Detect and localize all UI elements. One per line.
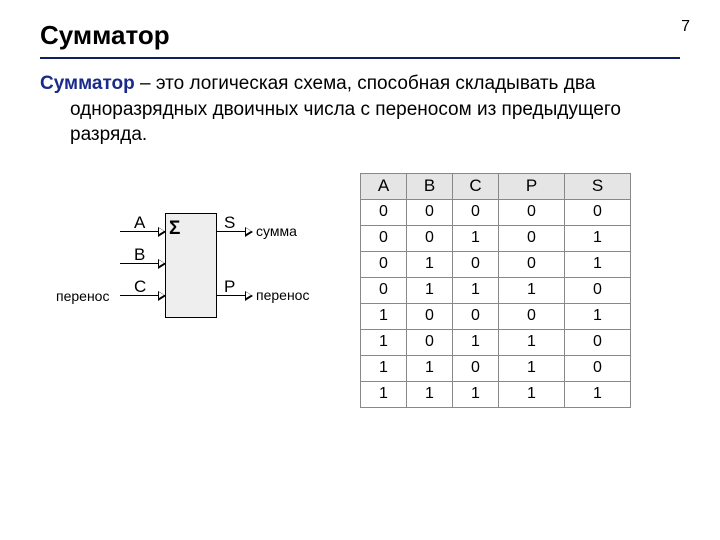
th-s: S — [565, 173, 631, 199]
table-cell: 1 — [407, 381, 453, 407]
table-row: 10001 — [361, 303, 631, 329]
table-cell: 0 — [453, 251, 499, 277]
table-cell: 1 — [565, 251, 631, 277]
table-cell: 0 — [453, 199, 499, 225]
table-cell: 1 — [453, 225, 499, 251]
table-cell: 0 — [407, 329, 453, 355]
table-cell: 0 — [407, 303, 453, 329]
table-cell: 1 — [407, 355, 453, 381]
table-cell: 1 — [361, 329, 407, 355]
content-row: Σ A B C перенос S сумма P перенос — [40, 173, 680, 408]
page-number: 7 — [681, 18, 690, 36]
label-s: S — [224, 213, 235, 233]
table-cell: 0 — [407, 225, 453, 251]
arrow-b-icon — [158, 259, 166, 269]
label-c: C — [134, 277, 146, 297]
title-underline — [40, 57, 680, 59]
table-row: 01001 — [361, 251, 631, 277]
table-cell: 1 — [499, 329, 565, 355]
arrow-a-icon — [158, 227, 166, 237]
table-cell: 1 — [361, 303, 407, 329]
definition-text: Сумматор – это логическая схема, способн… — [40, 71, 680, 148]
adder-diagram: Σ A B C перенос S сумма P перенос — [50, 203, 310, 363]
table-cell: 1 — [407, 251, 453, 277]
annot-input-carry: перенос — [56, 288, 109, 304]
slide: 7 Сумматор Сумматор – это логическая схе… — [0, 0, 720, 540]
table-cell: 1 — [565, 381, 631, 407]
table-cell: 1 — [565, 225, 631, 251]
th-a: A — [361, 173, 407, 199]
table-cell: 1 — [565, 303, 631, 329]
arrow-p-icon — [245, 291, 253, 301]
table-cell: 0 — [499, 303, 565, 329]
table-cell: 0 — [361, 277, 407, 303]
th-b: B — [407, 173, 453, 199]
table-cell: 0 — [361, 225, 407, 251]
table-cell: 0 — [565, 199, 631, 225]
table-cell: 0 — [565, 355, 631, 381]
table-cell: 0 — [361, 251, 407, 277]
table-cell: 0 — [565, 277, 631, 303]
table-cell: 1 — [499, 355, 565, 381]
table-row: 00101 — [361, 225, 631, 251]
table-cell: 0 — [499, 251, 565, 277]
arrow-s-icon — [245, 227, 253, 237]
th-c: C — [453, 173, 499, 199]
definition-rest: – это логическая схема, способная склады… — [70, 73, 621, 145]
table-header-row: A B C P S — [361, 173, 631, 199]
table-cell: 1 — [407, 277, 453, 303]
table-cell: 1 — [499, 277, 565, 303]
table-cell: 0 — [499, 199, 565, 225]
sigma-icon: Σ — [169, 218, 180, 240]
table-cell: 1 — [453, 381, 499, 407]
table-row: 10110 — [361, 329, 631, 355]
table-cell: 0 — [453, 355, 499, 381]
table-cell: 0 — [499, 225, 565, 251]
table-row: 01110 — [361, 277, 631, 303]
annot-output-sum: сумма — [256, 223, 297, 239]
table-row: 11111 — [361, 381, 631, 407]
table-cell: 0 — [453, 303, 499, 329]
truth-table: A B C P S 000000010101001011101000110110… — [360, 173, 631, 408]
label-b: B — [134, 245, 145, 265]
label-a: A — [134, 213, 145, 233]
table-cell: 0 — [407, 199, 453, 225]
arrow-c-icon — [158, 291, 166, 301]
annot-output-carry: перенос — [256, 287, 309, 303]
table-cell: 0 — [565, 329, 631, 355]
table-cell: 1 — [453, 329, 499, 355]
table-row: 11010 — [361, 355, 631, 381]
page-title: Сумматор — [40, 20, 680, 51]
table-body: 0000000101010010111010001101101101011111 — [361, 199, 631, 407]
label-p: P — [224, 277, 235, 297]
term: Сумматор — [40, 73, 135, 94]
th-p: P — [499, 173, 565, 199]
table-cell: 1 — [499, 381, 565, 407]
table-row: 00000 — [361, 199, 631, 225]
table-cell: 0 — [361, 199, 407, 225]
table-cell: 1 — [361, 381, 407, 407]
table-cell: 1 — [453, 277, 499, 303]
table-cell: 1 — [361, 355, 407, 381]
